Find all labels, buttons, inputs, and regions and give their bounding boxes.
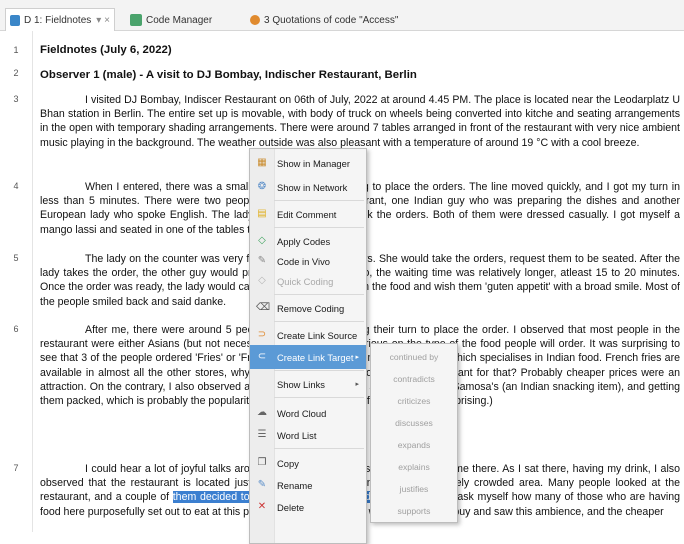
- menu-item-label: Create Link Target: [277, 351, 354, 363]
- link-source-icon: ⊃: [257, 329, 267, 340]
- menu-item-remove-coding[interactable]: ⌫ Remove Coding: [250, 296, 366, 320]
- menu-item-label: Create Link Source: [277, 329, 358, 341]
- line-number-gutter: 1 2 3 4 5 6 7: [0, 31, 33, 532]
- menu-item-label: Copy: [277, 457, 299, 469]
- menu-item-create-link-source[interactable]: ⊃ Create Link Source: [250, 323, 366, 347]
- menu-item-create-link-target[interactable]: ⊂ Create Link Target ▸: [250, 345, 366, 369]
- menu-item-label: Show Links: [277, 378, 325, 390]
- menu-separator: [274, 321, 364, 322]
- menu-item-show-in-network[interactable]: ❂ Show in Network: [250, 175, 366, 199]
- submenu-arrow-icon: ▸: [355, 381, 359, 388]
- menu-item-label: Word List: [277, 429, 317, 441]
- word-list-icon: ☰: [257, 429, 267, 440]
- submenu-item-discusses[interactable]: discusses: [371, 412, 457, 434]
- submenu-item-explains[interactable]: explains: [371, 456, 457, 478]
- link-target-icon: ⊂: [257, 351, 267, 362]
- menu-separator: [274, 227, 364, 228]
- tab-code-manager[interactable]: Code Manager: [130, 10, 212, 30]
- copy-icon: ❐: [257, 457, 267, 468]
- close-icon[interactable]: ▾ ×: [96, 15, 110, 26]
- menu-item-label: Apply Codes: [277, 235, 331, 247]
- paragraph-text: I visited DJ Bombay, Indiscer Restaurant…: [40, 94, 680, 149]
- word-cloud-icon: ☁: [257, 407, 267, 418]
- menu-item-word-list[interactable]: ☰ Word List: [250, 423, 366, 447]
- line-number: 1: [13, 45, 19, 55]
- menu-item-edit-comment[interactable]: ▤ Edit Comment: [250, 202, 366, 226]
- menu-separator: [274, 200, 364, 201]
- quotation-icon: [250, 15, 260, 25]
- apply-codes-icon: ◇: [258, 235, 266, 246]
- submenu-item-supports[interactable]: supports: [371, 500, 457, 522]
- submenu-arrow-icon: ▸: [355, 354, 359, 361]
- document-title: Fieldnotes (July 6, 2022): [40, 44, 172, 56]
- menu-item-label: Quick Coding: [277, 275, 334, 287]
- submenu-item-criticizes[interactable]: criticizes: [371, 390, 457, 412]
- network-icon: ❂: [257, 181, 267, 192]
- menu-item-show-links[interactable]: Show Links ▸: [250, 372, 366, 396]
- menu-item-delete[interactable]: ✕ Delete: [250, 495, 366, 519]
- menu-item-label: Delete: [277, 501, 305, 513]
- context-menu: ▦ Show in Manager ❂ Show in Network ▤ Ed…: [249, 148, 367, 544]
- tab-fieldnotes[interactable]: D 1: Fieldnotes ▾ ×: [5, 8, 115, 31]
- line-number: 7: [13, 463, 19, 473]
- code-in-vivo-icon: ✎: [257, 255, 267, 266]
- menu-item-word-cloud[interactable]: ☁ Word Cloud: [250, 401, 366, 425]
- menu-separator: [274, 370, 364, 371]
- code-manager-icon: [130, 14, 142, 26]
- menu-item-rename[interactable]: ✎ Rename: [250, 473, 366, 497]
- document-icon: [10, 14, 20, 26]
- link-relation-submenu: continued by contradicts criticizes disc…: [370, 343, 458, 523]
- line-number: 5: [13, 253, 19, 263]
- line-number: 4: [13, 181, 19, 191]
- menu-item-label: Show in Network: [277, 181, 348, 193]
- tab-label: Code Manager: [146, 14, 213, 26]
- tab-bar: D 1: Fieldnotes ▾ × Code Manager 3 Quota…: [0, 0, 684, 31]
- submenu-item-expands[interactable]: expands: [371, 434, 457, 456]
- menu-item-quick-coding[interactable]: ◇ Quick Coding: [250, 269, 366, 293]
- menu-item-label: Show in Manager: [277, 157, 350, 169]
- menu-separator: [274, 448, 364, 449]
- tab-label: D 1: Fieldnotes: [24, 14, 92, 26]
- submenu-item-continued-by[interactable]: continued by: [371, 346, 457, 368]
- tab-quotations[interactable]: 3 Quotations of code "Access": [250, 10, 398, 30]
- quick-coding-icon: ◇: [258, 275, 266, 286]
- menu-item-label: Code in Vivo: [277, 255, 330, 267]
- menu-item-show-in-manager[interactable]: ▦ Show in Manager: [250, 151, 366, 175]
- menu-item-label: Rename: [277, 479, 313, 491]
- rename-icon: ✎: [257, 479, 267, 490]
- remove-coding-icon: ⌫: [256, 302, 271, 313]
- submenu-item-justifies[interactable]: justifies: [371, 478, 457, 500]
- line-number: 2: [13, 68, 19, 78]
- menu-item-copy[interactable]: ❐ Copy: [250, 451, 366, 475]
- delete-icon: ✕: [257, 501, 267, 512]
- menu-item-label: Remove Coding: [277, 302, 345, 314]
- menu-item-label: Word Cloud: [277, 407, 327, 419]
- tab-label: 3 Quotations of code "Access": [264, 14, 399, 26]
- menu-item-label: Edit Comment: [277, 208, 337, 220]
- comment-icon: ▤: [257, 208, 267, 219]
- line-number: 3: [13, 94, 19, 104]
- menu-separator: [274, 397, 364, 398]
- observer-heading: Observer 1 (male) - A visit to DJ Bombay…: [40, 69, 417, 81]
- submenu-item-contradicts[interactable]: contradicts: [371, 368, 457, 390]
- menu-separator: [274, 294, 364, 295]
- manager-icon: ▦: [257, 157, 267, 168]
- line-number: 6: [13, 324, 19, 334]
